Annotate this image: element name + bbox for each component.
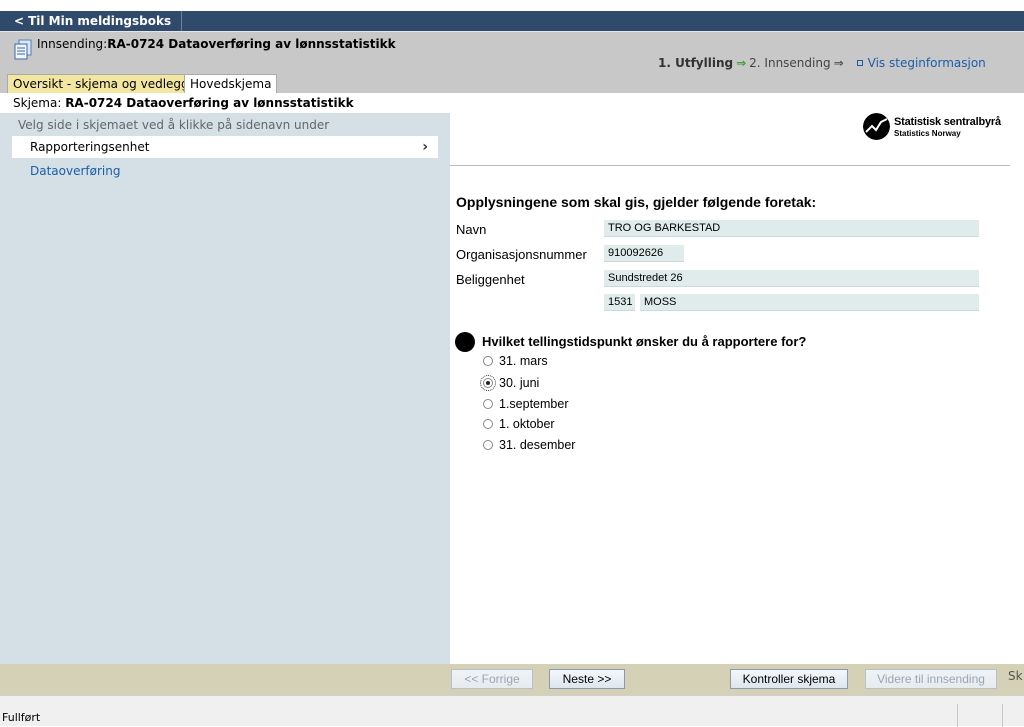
submit-button[interactable]: Videre til innsending: [865, 669, 997, 689]
radio-30-juni[interactable]: 30. juni: [480, 374, 540, 392]
radio-label: 1.september: [499, 397, 569, 411]
form-panel: Statistisk sentralbyrå Statistics Norway…: [450, 113, 1024, 664]
nav-item-label: Dataoverføring: [30, 164, 121, 178]
radio-icon: [483, 399, 493, 409]
radio-31-desember[interactable]: 31. desember: [483, 436, 575, 454]
title-prefix: Innsending:: [37, 37, 108, 51]
tab-oversikt[interactable]: Oversikt - skjema og vedlegg: [7, 74, 195, 93]
nav-item-dataoverforing[interactable]: Dataoverføring: [12, 160, 438, 182]
address-field: Sundstredet 26: [604, 270, 979, 287]
chevron-right-icon: ›: [422, 139, 428, 155]
chevron-left-icon: <: [14, 14, 25, 28]
title-main: RA-0724 Dataoverføring av lønnsstatistik…: [107, 37, 396, 51]
radio-label: 30. juni: [499, 376, 540, 390]
nav-hint: Velg side i skjemaet ved å klikke på sid…: [18, 118, 330, 132]
radio-1-september[interactable]: 1.september: [483, 395, 568, 413]
ssb-logo: Statistisk sentralbyrå Statistics Norway: [863, 113, 1003, 143]
status-divider: [1002, 704, 1003, 727]
radio-label: 1. oktober: [499, 417, 555, 431]
previous-button[interactable]: << Forrige: [451, 669, 533, 689]
footer-bar: << Forrige Neste >> Kontroller skjema Vi…: [0, 664, 1024, 695]
radio-1-oktober[interactable]: 1. oktober: [483, 415, 555, 433]
orgnr-label: Organisasjonsnummer: [456, 247, 587, 262]
navn-field: TRO OG BARKESTAD: [604, 220, 979, 237]
check-form-button[interactable]: Kontroller skjema: [730, 669, 848, 689]
form-heading: Opplysningene som skal gis, gjelder følg…: [456, 194, 817, 210]
next-button[interactable]: Neste >>: [549, 669, 625, 689]
nav-item-label: Rapporteringsenhet: [30, 140, 150, 154]
poststed-field: MOSS: [640, 294, 979, 311]
question-bullet-icon: [455, 332, 475, 352]
status-text: Fullført: [2, 711, 41, 724]
radio-31-mars[interactable]: 31. mars: [483, 352, 548, 370]
arrow-right-icon: ⇒: [833, 56, 844, 70]
status-bar: Fullført: [0, 695, 1024, 727]
vis-steginformasjon-link[interactable]: Vis steginformasjon: [856, 56, 986, 70]
ssb-logo-mark-icon: [863, 113, 890, 140]
logo-line1: Statistisk sentralbyrå: [894, 116, 1001, 128]
document-icon: [14, 39, 32, 60]
footer-cut-label: Sk: [1008, 669, 1023, 683]
schema-name: RA-0724 Dataoverføring av lønnsstatistik…: [65, 96, 354, 110]
schema-prefix: Skjema:: [13, 96, 66, 110]
logo-line2: Statistics Norway: [894, 129, 961, 138]
radio-label: 31. mars: [499, 354, 548, 368]
beliggenhet-label: Beliggenhet: [456, 272, 525, 287]
navn-label: Navn: [456, 222, 487, 237]
orgnr-field: 910092626: [604, 245, 684, 262]
vis-steginformasjon-label: Vis steginformasjon: [867, 56, 986, 70]
divider: [450, 165, 1010, 166]
tab-hovedskjema[interactable]: Hovedskjema: [184, 74, 278, 93]
step-innsending: 2. Innsending: [749, 56, 831, 70]
question-text: Hvilket tellingstidspunkt ønsker du å ra…: [482, 334, 807, 349]
radio-icon: [483, 419, 493, 429]
info-square-icon: [856, 60, 863, 66]
step-indicator: 1. Utfylling ⇒ 2. Innsending ⇒ Vis steginfor…: [658, 56, 986, 70]
radio-checked-icon: [480, 375, 496, 391]
arrow-right-icon: ⇒: [736, 56, 747, 70]
radio-icon: [483, 440, 493, 450]
nav-item-rapporteringsenhet[interactable]: Rapporteringsenhet ›: [12, 136, 438, 158]
back-to-inbox-button[interactable]: < Til Min meldingsboks: [6, 11, 183, 31]
back-label: Til Min meldingsboks: [28, 14, 172, 28]
left-navigation: Velg side i skjemaet ved å klikke på sid…: [0, 113, 450, 664]
radio-icon: [483, 356, 493, 366]
status-divider: [957, 704, 958, 727]
top-bar: < Til Min meldingsboks: [0, 0, 1024, 31]
postnr-field: 1531: [604, 294, 635, 311]
page-title: Innsending:RA-0724 Dataoverføring av løn…: [37, 37, 396, 51]
step-utfylling: 1. Utfylling: [658, 56, 734, 70]
schema-line: Skjema: RA-0724 Dataoverføring av lønnss…: [0, 93, 1024, 113]
radio-label: 31. desember: [499, 438, 576, 452]
header: Innsending:RA-0724 Dataoverføring av løn…: [0, 31, 1024, 93]
